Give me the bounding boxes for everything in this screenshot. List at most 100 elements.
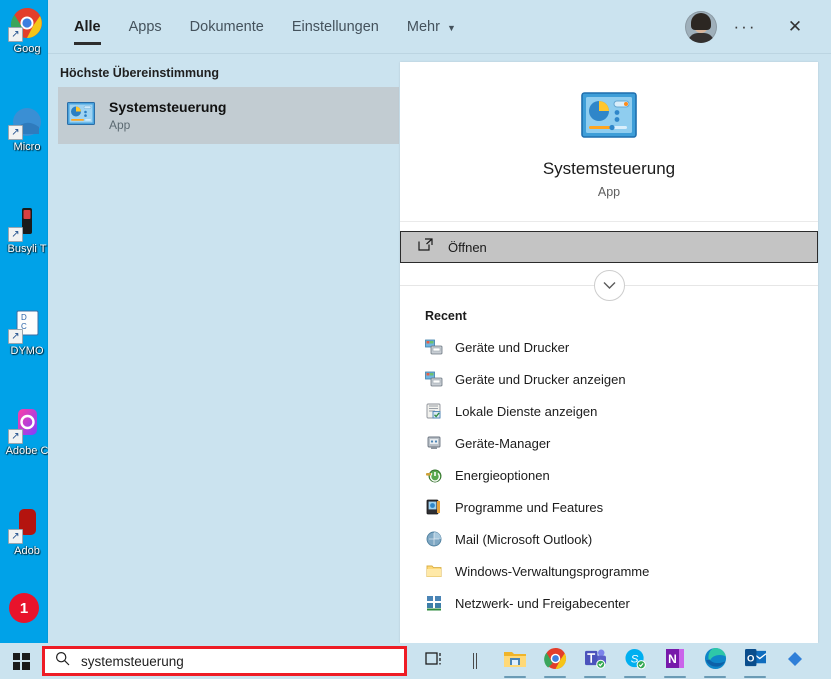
recent-item-label: Geräte-Manager [455, 435, 551, 451]
microsoft-teams-button[interactable] [575, 643, 615, 679]
recent-item-mail-outlook[interactable]: Mail (Microsoft Outlook) [400, 523, 818, 555]
recent-header: Recent [425, 309, 467, 323]
filter-tabs: Alle Apps Dokumente Einstellungen Mehr ▼ [48, 0, 470, 53]
shortcut-arrow-icon: ↗ [8, 27, 23, 42]
shortcut-arrow-icon: ↗ [8, 125, 23, 140]
outlook-icon: O [744, 648, 767, 674]
diamond-app-icon [785, 649, 805, 674]
microsoft-edge-button[interactable] [695, 643, 735, 679]
close-icon: ✕ [787, 16, 803, 36]
search-flyout-header: Alle Apps Dokumente Einstellungen Mehr ▼ [48, 0, 831, 54]
diamond-app-button[interactable] [775, 643, 815, 679]
power-options-icon [425, 466, 443, 484]
tab-apps[interactable]: Apps [115, 0, 176, 53]
recent-item-netzwerk-freigabecenter[interactable]: Netzwerk- und Freigabecenter [400, 587, 818, 619]
search-input-value: systemsteuerung [81, 653, 184, 669]
header-actions: ··· ✕ [685, 7, 831, 47]
desktop-icon-label: Adob [14, 545, 40, 557]
step-badge-1: 1 [9, 593, 39, 623]
start-button[interactable] [0, 643, 42, 679]
desktop-icon-busylight[interactable]: ↗ Busyli T [0, 206, 54, 255]
expand-more-button[interactable] [593, 269, 625, 301]
expand-row [400, 263, 818, 307]
mail-icon [425, 530, 443, 548]
search-flyout-panel: Alle Apps Dokumente Einstellungen Mehr ▼ [48, 0, 831, 643]
desktop-icon-label: Adobe C [5, 445, 49, 457]
recent-item-programme-und-features[interactable]: Programme und Features [400, 491, 818, 523]
desktop-icon-adobe-creative-cloud[interactable]: ↗ Adobe C [0, 408, 54, 457]
tab-dokumente[interactable]: Dokumente [176, 0, 278, 53]
tab-mehr[interactable]: Mehr ▼ [393, 0, 470, 53]
best-match-text: Systemsteuerung App [109, 99, 226, 133]
recent-item-lokale-dienste-anzeigen[interactable]: Lokale Dienste anzeigen [400, 395, 818, 427]
svg-text:O: O [747, 653, 755, 664]
device-manager-icon [425, 434, 443, 452]
skype-button[interactable]: S [615, 643, 655, 679]
onenote-icon: N [664, 648, 686, 674]
tab-label: Einstellungen [291, 18, 379, 35]
onenote-button[interactable]: N [655, 643, 695, 679]
taskbar-icons: S N O [415, 643, 815, 679]
google-chrome-icon [543, 647, 567, 675]
desktop-icon-google-chrome[interactable]: ↗ Goog [0, 6, 54, 55]
recent-item-windows-verwaltungsprogramme[interactable]: Windows-Verwaltungsprogramme [400, 555, 818, 587]
best-match-title: Systemsteuerung [109, 98, 227, 115]
open-external-icon [418, 238, 433, 256]
shortcut-arrow-icon: ↗ [8, 529, 23, 544]
chevron-down-icon [603, 281, 615, 289]
tab-label: Mehr [406, 18, 440, 35]
open-label: Öffnen [448, 239, 487, 255]
google-chrome-button[interactable] [535, 643, 575, 679]
tab-einstellungen[interactable]: Einstellungen [278, 0, 393, 53]
folder-icon [425, 562, 443, 580]
shortcut-arrow-icon: ↗ [8, 227, 23, 242]
results-column: Höchste Übereinstimmung Systemsteuerung … [48, 54, 400, 643]
chrome-icon: ↗ [8, 6, 44, 42]
ellipsis-icon: ··· [733, 16, 757, 36]
close-button[interactable]: ✕ [773, 7, 817, 47]
recent-item-energieoptionen[interactable]: Energieoptionen [400, 459, 818, 491]
microsoft-edge-icon [704, 647, 727, 675]
desktop-icon-label: Busyli T [7, 243, 47, 255]
search-input[interactable]: systemsteuerung [42, 646, 407, 676]
separator-icon [473, 653, 477, 669]
task-view-button[interactable] [415, 643, 455, 679]
desktop-icon-label: Micro [13, 141, 41, 153]
shortcut-arrow-icon: ↗ [8, 329, 23, 344]
microsoft-teams-icon [584, 648, 607, 674]
best-match-subtitle: App [109, 117, 131, 132]
open-button[interactable]: Öffnen [400, 231, 818, 263]
recent-item-geraete-und-drucker-anzeigen[interactable]: Geräte und Drucker anzeigen [400, 363, 818, 395]
chevron-down-icon: ▼ [446, 22, 456, 33]
recent-item-label: Programme und Features [455, 499, 604, 515]
recent-item-label: Geräte und Drucker anzeigen [455, 371, 626, 387]
preview-app-name: Systemsteuerung [542, 159, 676, 178]
devices-printers-icon [425, 338, 443, 356]
recent-item-geraete-manager[interactable]: Geräte-Manager [400, 427, 818, 459]
search-flyout-body: Höchste Übereinstimmung Systemsteuerung … [48, 54, 831, 643]
recent-item-geraete-und-drucker[interactable]: Geräte und Drucker [400, 331, 818, 363]
adobe-creative-cloud-icon: ↗ [8, 408, 44, 444]
desktop-icon-label: DYMO [10, 345, 44, 357]
desktop-icon-microsoft[interactable]: ↗ Micro [0, 104, 54, 153]
avatar[interactable] [685, 10, 717, 43]
tab-alle[interactable]: Alle [60, 0, 115, 53]
search-icon [55, 651, 70, 671]
recent-item-label: Windows-Verwaltungsprogramme [455, 563, 650, 579]
microsoft-app-icon: ↗ [8, 104, 44, 140]
task-view-icon [425, 650, 445, 672]
outlook-button[interactable]: O [735, 643, 775, 679]
tab-label: Alle [74, 18, 101, 35]
shortcut-arrow-icon: ↗ [8, 429, 23, 444]
recent-item-label: Lokale Dienste anzeigen [455, 403, 598, 419]
file-explorer-button[interactable] [495, 643, 535, 679]
network-sharing-icon [425, 594, 443, 612]
desktop-icon-dymo[interactable]: D C ↗ DYMO [0, 308, 54, 357]
desktop-icon-adobe-reader[interactable]: ↗ Adob [0, 508, 54, 557]
preview-column: Systemsteuerung App Öffnen Recent Geräte… [400, 54, 831, 643]
more-options-button[interactable]: ··· [723, 7, 767, 47]
best-match-header: Höchste Übereinstimmung [60, 66, 220, 80]
best-match-result[interactable]: Systemsteuerung App [58, 87, 399, 144]
desktop-icon-label: Goog [13, 43, 41, 55]
services-icon [425, 402, 443, 420]
